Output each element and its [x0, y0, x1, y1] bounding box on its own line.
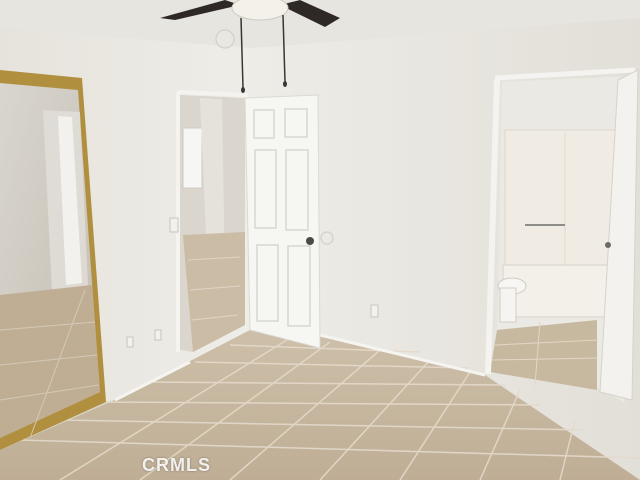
wall-outlet	[370, 304, 379, 318]
wall-outlet	[154, 329, 162, 341]
smoke-detector	[215, 29, 235, 49]
wall-outlet	[126, 336, 134, 348]
room-photo	[0, 0, 640, 480]
shower-surround	[504, 129, 624, 281]
light-switch[interactable]	[169, 217, 179, 233]
watermark-text: CRMLS	[142, 455, 211, 475]
hallway-window	[182, 127, 203, 189]
door-knob[interactable]	[306, 237, 314, 245]
